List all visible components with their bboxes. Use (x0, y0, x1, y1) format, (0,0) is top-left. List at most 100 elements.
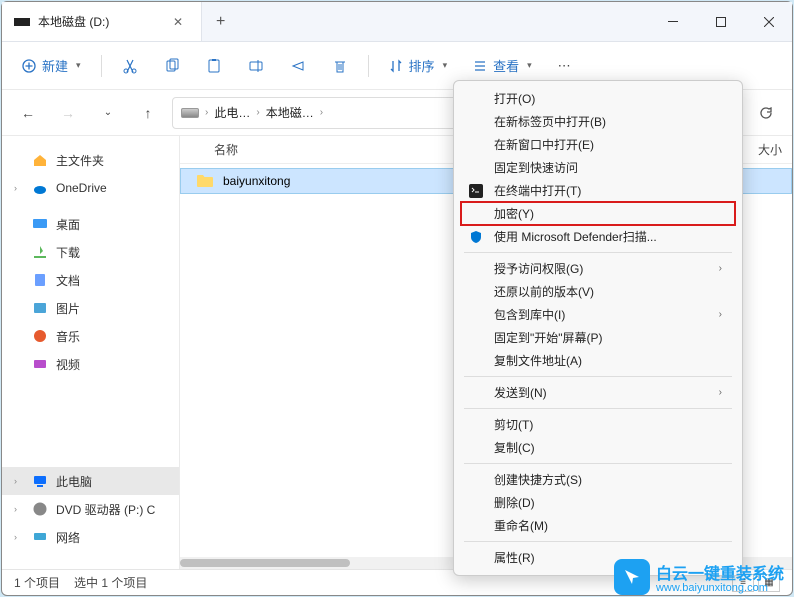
sidebar-desktop[interactable]: 桌面 (2, 210, 179, 238)
breadcrumb-seg[interactable]: 本地磁… (266, 104, 314, 121)
dvd-icon (32, 501, 48, 517)
home-icon (32, 152, 48, 168)
menu-separator (464, 541, 732, 542)
ctx-open-new-window[interactable]: 在新窗口中打开(E) (454, 133, 742, 156)
ctx-cut[interactable]: 剪切(T) (454, 413, 742, 436)
ctx-copy[interactable]: 复制(C) (454, 436, 742, 459)
forward-button[interactable]: → (52, 97, 84, 129)
chevron-right-icon[interactable]: › (14, 504, 24, 514)
chevron-right-icon[interactable]: › (14, 532, 24, 542)
watermark-badge-icon (614, 559, 650, 595)
ctx-open-terminal[interactable]: 在终端中打开(T) (454, 179, 742, 202)
drive-icon (14, 18, 30, 26)
new-button[interactable]: 新建 ▾ (12, 50, 91, 81)
ctx-restore-prev[interactable]: 还原以前的版本(V) (454, 280, 742, 303)
sidebar: 主文件夹 › OneDrive 桌面 下载 (2, 136, 180, 569)
music-icon (32, 328, 48, 344)
sidebar-music[interactable]: 音乐 (2, 322, 179, 350)
chevron-down-icon: ▾ (76, 60, 81, 71)
file-name: baiyunxitong (223, 174, 290, 188)
ctx-create-shortcut[interactable]: 创建快捷方式(S) (454, 468, 742, 491)
watermark-title: 白云一键重装系统 (656, 560, 784, 584)
chevron-right-icon: › (719, 309, 722, 320)
share-button[interactable] (280, 52, 316, 80)
copy-button[interactable] (154, 52, 190, 80)
pictures-icon (32, 300, 48, 316)
ctx-encrypt[interactable]: 加密(Y) (460, 201, 736, 226)
drive-icon (181, 108, 199, 118)
paste-button[interactable] (196, 52, 232, 80)
sidebar-network[interactable]: › 网络 (2, 523, 179, 551)
window-tab[interactable]: 本地磁盘 (D:) ✕ (2, 2, 202, 41)
ctx-copy-path[interactable]: 复制文件地址(A) (454, 349, 742, 372)
selected-count: 选中 1 个项目 (74, 574, 147, 591)
document-icon (32, 272, 48, 288)
cut-button[interactable] (112, 52, 148, 80)
ctx-pin-quick[interactable]: 固定到快速访问 (454, 156, 742, 179)
desktop-icon (32, 216, 48, 232)
download-icon (32, 244, 48, 260)
sort-button[interactable]: 排序 ▾ (379, 50, 458, 81)
view-icon (473, 59, 487, 73)
ctx-give-access[interactable]: 授予访问权限(G)› (454, 257, 742, 280)
sidebar-home[interactable]: 主文件夹 (2, 146, 179, 174)
ctx-rename[interactable]: 重命名(M) (454, 514, 742, 537)
chevron-right-icon: › (719, 263, 722, 274)
sidebar-thispc[interactable]: › 此电脑 (2, 467, 179, 495)
ctx-pin-start[interactable]: 固定到"开始"屏幕(P) (454, 326, 742, 349)
chevron-right-icon: › (256, 107, 259, 118)
rename-button[interactable] (238, 52, 274, 80)
up-button[interactable]: ↑ (132, 97, 164, 129)
sidebar-videos[interactable]: 视频 (2, 350, 179, 378)
sidebar-dvd[interactable]: › DVD 驱动器 (P:) C (2, 495, 179, 523)
separator (368, 55, 369, 77)
watermark-url: www.baiyunxitong.com (656, 582, 784, 594)
chevron-right-icon: › (320, 107, 323, 118)
view-button[interactable]: 查看 ▾ (463, 50, 542, 81)
menu-separator (464, 252, 732, 253)
chevron-right-icon[interactable]: › (14, 183, 24, 193)
shield-icon (468, 229, 484, 245)
maximize-button[interactable] (698, 6, 744, 38)
separator (101, 55, 102, 77)
new-tab-button[interactable]: + (202, 13, 239, 31)
plus-icon (22, 59, 36, 73)
more-button[interactable]: ⋯ (548, 52, 581, 80)
chevron-right-icon[interactable]: › (14, 476, 24, 486)
ctx-send-to[interactable]: 发送到(N)› (454, 381, 742, 404)
sidebar-downloads[interactable]: 下载 (2, 238, 179, 266)
close-button[interactable] (746, 6, 792, 38)
tab-title: 本地磁盘 (D:) (38, 13, 159, 30)
ctx-include-library[interactable]: 包含到库中(I)› (454, 303, 742, 326)
sidebar-onedrive[interactable]: › OneDrive (2, 174, 179, 202)
minimize-button[interactable] (650, 6, 696, 38)
menu-separator (464, 376, 732, 377)
menu-separator (464, 408, 732, 409)
sidebar-pictures[interactable]: 图片 (2, 294, 179, 322)
network-icon (32, 529, 48, 545)
chevron-down-icon: ▾ (527, 60, 532, 71)
chevron-right-icon: › (205, 107, 208, 118)
ctx-defender-scan[interactable]: 使用 Microsoft Defender扫描... (454, 225, 742, 248)
ctx-open[interactable]: 打开(O) (454, 87, 742, 110)
recent-dropdown[interactable]: ⌄ (92, 97, 124, 129)
item-count: 1 个项目 (14, 574, 60, 591)
scrollbar-thumb[interactable] (180, 559, 350, 567)
refresh-button[interactable] (750, 97, 782, 129)
tab-close-button[interactable]: ✕ (167, 15, 189, 29)
back-button[interactable]: ← (12, 97, 44, 129)
breadcrumb-seg[interactable]: 此电… (214, 104, 250, 121)
titlebar: 本地磁盘 (D:) ✕ + (2, 2, 792, 42)
menu-separator (464, 463, 732, 464)
ctx-delete[interactable]: 删除(D) (454, 491, 742, 514)
terminal-icon (468, 183, 484, 199)
delete-button[interactable] (322, 52, 358, 80)
cloud-icon (32, 180, 48, 196)
pc-icon (32, 473, 48, 489)
sidebar-documents[interactable]: 文档 (2, 266, 179, 294)
folder-icon (197, 174, 213, 188)
chevron-right-icon: › (719, 387, 722, 398)
ctx-open-new-tab[interactable]: 在新标签页中打开(B) (454, 110, 742, 133)
video-icon (32, 356, 48, 372)
chevron-down-icon: ▾ (443, 60, 448, 71)
